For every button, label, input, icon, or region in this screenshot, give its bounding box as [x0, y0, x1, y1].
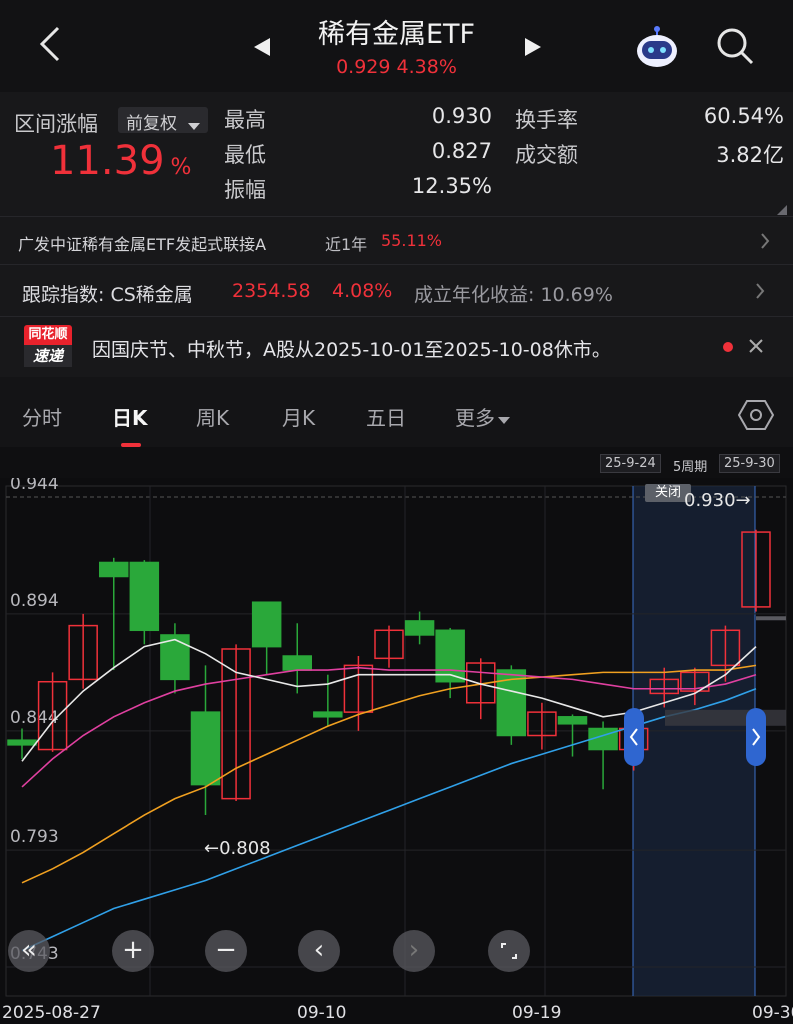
tab-monthly-k[interactable]: 月K: [282, 402, 315, 431]
range-start-chip[interactable]: 25-9-24: [600, 454, 661, 473]
fund-return: 55.11%: [381, 231, 443, 250]
range-end-chip[interactable]: 25-9-30: [719, 454, 780, 473]
candle-body: [129, 561, 160, 632]
chart-settings-icon[interactable]: [737, 399, 775, 435]
index-label: 跟踪指数: CS稀金属: [22, 284, 193, 306]
high-value: 0.930: [431, 104, 492, 128]
selection-left-handle[interactable]: [624, 708, 644, 766]
fund-name: 广发中证稀有金属ETF发起式联接A: [18, 235, 267, 254]
fund-row[interactable]: 广发中证稀有金属ETF发起式联接A 近1年 55.11%: [0, 216, 793, 265]
range-span: 5周期: [673, 460, 708, 475]
chevron-right-icon: [755, 282, 765, 304]
index-value: 2354.58: [232, 280, 311, 302]
chevron-down-icon: [188, 116, 200, 135]
range-change-label: 区间涨幅: [14, 112, 98, 136]
candle-body: [282, 655, 312, 671]
tab-five-day[interactable]: 五日: [366, 402, 406, 431]
turnover-label: 换手率: [515, 108, 578, 132]
scroll-left-button[interactable]: ‹: [298, 930, 340, 972]
candle-body: [190, 711, 221, 786]
news-badge-top: 同花顺: [24, 325, 72, 345]
y-tick-label: 0.793: [10, 827, 59, 847]
index-row[interactable]: 跟踪指数: CS稀金属 2354.58 4.08% 成立年化收益: 10.69%: [0, 264, 793, 317]
adjust-dropdown[interactable]: 前复权: [118, 107, 208, 135]
chevron-right-icon: [752, 728, 761, 746]
zoom-in-button[interactable]: +: [112, 930, 154, 972]
close-icon[interactable]: [748, 338, 764, 358]
assistant-robot-icon[interactable]: [633, 25, 681, 73]
tab-weekly-k[interactable]: 周K: [196, 402, 229, 431]
annual-return: 成立年化收益: 10.69%: [414, 284, 613, 306]
volume-value: 3.82亿: [716, 143, 784, 167]
y-tick-label: 0.894: [10, 591, 59, 611]
range-change-value: 11.39%: [50, 138, 192, 184]
chevron-left-icon: [629, 728, 638, 746]
selection-region: [633, 486, 755, 996]
turnover-value: 60.54%: [703, 104, 784, 128]
x-tick-label: 09-30: [752, 1003, 793, 1023]
tab-intraday[interactable]: 分时: [22, 402, 62, 431]
x-tick-label: 09-10: [297, 1003, 346, 1023]
fullscreen-button[interactable]: [488, 930, 530, 972]
price-stub: [756, 616, 786, 621]
candle-body: [99, 561, 129, 578]
news-badge: 同花顺 速递: [24, 325, 72, 369]
zoom-out-button[interactable]: −: [205, 930, 247, 972]
tab-more[interactable]: 更多: [455, 402, 510, 431]
low-marker: ←0.808: [204, 838, 271, 859]
low-label: 最低: [224, 143, 266, 167]
candle-body: [7, 739, 37, 746]
y-tick-label: 0.844: [10, 708, 59, 728]
x-tick-label: 2025-08-27: [2, 1003, 101, 1023]
volume-label: 成交额: [515, 143, 578, 167]
volume-stub: [665, 709, 786, 726]
high-label: 最高: [224, 108, 266, 132]
tab-daily-k[interactable]: 日K: [112, 402, 148, 431]
news-unread-dot: [723, 342, 733, 352]
search-icon[interactable]: [714, 25, 756, 71]
low-value: 0.827: [431, 139, 492, 163]
chevron-right-icon: [760, 232, 770, 254]
candle-body: [557, 716, 588, 725]
amplitude-value: 12.35%: [411, 174, 492, 198]
fullscreen-icon: [501, 943, 517, 959]
fund-period: 近1年: [325, 235, 368, 254]
index-change: 4.08%: [332, 280, 393, 302]
candle-body: [313, 711, 343, 718]
candle-body: [251, 601, 282, 648]
y-tick-label: 0.944: [10, 478, 59, 494]
scroll-right-button[interactable]: ›: [393, 930, 435, 972]
high-marker: 0.930→: [684, 490, 751, 511]
next-fund-icon[interactable]: [523, 36, 543, 62]
active-tab-indicator: [121, 443, 141, 447]
collapse-left-button[interactable]: «: [8, 930, 50, 972]
selection-right-handle[interactable]: [746, 708, 766, 766]
candle-body: [404, 620, 435, 636]
news-row[interactable]: 同花顺 速递 因国庆节、中秋节，A股从2025-10-01至2025-10-08…: [0, 316, 793, 377]
news-badge-bottom: 速递: [24, 345, 72, 367]
chevron-down-icon: [498, 417, 510, 424]
x-tick-label: 09-19: [512, 1003, 561, 1023]
news-text: 因国庆节、中秋节，A股从2025-10-01至2025-10-08休市。: [92, 339, 611, 361]
adjust-label: 前复权: [126, 114, 177, 134]
amplitude-label: 振幅: [224, 178, 266, 202]
